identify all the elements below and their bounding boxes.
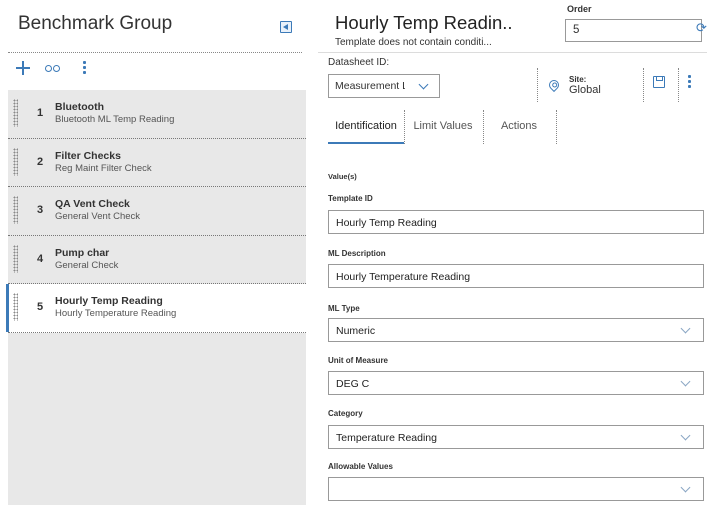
divider xyxy=(556,110,557,144)
unit-of-measure-label: Unit of Measure xyxy=(328,356,389,365)
divider xyxy=(678,68,679,102)
chevron-down-icon xyxy=(680,376,691,387)
panel-splitter[interactable] xyxy=(306,0,318,505)
binoculars-icon[interactable] xyxy=(45,62,61,74)
item-subtitle: General Vent Check xyxy=(55,211,141,222)
refresh-icon[interactable]: ⟳ xyxy=(696,20,707,35)
unit-of-measure-select[interactable]: DEG C xyxy=(328,371,704,395)
ml-type-value: Numeric xyxy=(336,325,376,337)
list-item[interactable]: 2 Filter Checks Reg Maint Filter Check xyxy=(8,138,306,187)
section-label: Value(s) xyxy=(328,172,357,181)
panel-title: Benchmark Group xyxy=(18,13,173,34)
list-item[interactable]: 3 QA Vent Check General Vent Check xyxy=(8,187,306,236)
datasheet-label: Datasheet ID: xyxy=(328,57,390,68)
detail-panel: Hourly Temp Readin.. Template does not c… xyxy=(318,0,707,505)
item-number: 1 xyxy=(37,107,44,119)
unit-of-measure-value: DEG C xyxy=(336,378,370,390)
chevron-down-icon xyxy=(680,482,691,493)
allowable-values-label: Allowable Values xyxy=(328,462,393,471)
ml-description-label: ML Description xyxy=(328,249,386,258)
item-number: 3 xyxy=(37,204,44,216)
ml-type-label: ML Type xyxy=(328,304,360,313)
ml-description-field[interactable]: Hourly Temperature Reading xyxy=(328,264,704,288)
divider xyxy=(537,68,538,102)
item-subtitle: Hourly Temperature Reading xyxy=(55,308,177,319)
item-title: Hourly Temp Reading xyxy=(55,295,163,307)
drag-handle-icon[interactable] xyxy=(13,293,18,321)
divider xyxy=(318,52,707,53)
item-subtitle: General Check xyxy=(55,259,119,271)
collapse-panel-icon[interactable] xyxy=(280,21,292,33)
category-value: Temperature Reading xyxy=(336,432,437,444)
order-input[interactable]: 5 xyxy=(565,19,702,42)
item-number: 4 xyxy=(37,252,44,265)
measurement-location-list: 1 Bluetooth Bluetooth ML Temp Reading 2 … xyxy=(6,90,306,505)
item-number: 5 xyxy=(37,301,44,313)
more-options-icon[interactable] xyxy=(688,75,692,89)
item-number: 2 xyxy=(37,155,44,168)
category-select[interactable]: Temperature Reading xyxy=(328,425,704,449)
divider xyxy=(643,68,644,102)
item-title: QA Vent Check xyxy=(55,198,130,210)
item-subtitle: Bluetooth ML Temp Reading xyxy=(55,114,175,125)
more-options-icon[interactable] xyxy=(83,61,87,75)
item-subtitle: Reg Maint Filter Check xyxy=(55,162,152,174)
drag-handle-icon[interactable] xyxy=(13,99,18,127)
tab-limit-values[interactable]: Limit Values xyxy=(404,110,482,144)
chevron-down-icon xyxy=(680,323,691,334)
divider xyxy=(8,52,302,53)
save-icon[interactable] xyxy=(653,76,665,88)
list-item-selected[interactable]: 5 Hourly Temp Reading Hourly Temperature… xyxy=(6,284,306,333)
add-icon[interactable] xyxy=(16,61,30,75)
site-value: Global xyxy=(569,84,601,96)
template-id-field[interactable]: Hourly Temp Reading xyxy=(328,210,704,234)
drag-handle-icon[interactable] xyxy=(13,244,18,273)
item-title: Bluetooth xyxy=(55,101,104,113)
tab-actions[interactable]: Actions xyxy=(483,110,555,144)
chevron-down-icon xyxy=(680,430,691,441)
allowable-values-select[interactable] xyxy=(328,477,704,501)
page-title: Hourly Temp Readin.. xyxy=(335,12,513,33)
location-pin-icon xyxy=(546,77,562,93)
item-title: Pump char xyxy=(55,246,110,259)
datasheet-value: Measurement Lo xyxy=(335,80,405,92)
list-item[interactable]: 4 Pump char General Check xyxy=(8,235,306,284)
site-label: Site: xyxy=(569,75,587,84)
list-item[interactable]: 1 Bluetooth Bluetooth ML Temp Reading xyxy=(8,90,306,139)
ml-type-select[interactable]: Numeric xyxy=(328,318,704,342)
order-label: Order xyxy=(567,4,592,14)
tab-identification[interactable]: Identification xyxy=(328,110,404,144)
tab-bar: Identification Limit Values Actions xyxy=(328,110,558,144)
list-toolbar xyxy=(0,55,306,87)
category-label: Category xyxy=(328,409,363,418)
page-subtitle: Template does not contain conditi... xyxy=(335,37,492,48)
item-title: Filter Checks xyxy=(55,149,121,162)
template-id-label: Template ID xyxy=(328,194,373,203)
chevron-down-icon xyxy=(418,79,429,90)
drag-handle-icon[interactable] xyxy=(13,147,18,176)
left-panel: Benchmark Group 1 Bluetooth Bluetooth ML… xyxy=(0,0,306,505)
datasheet-select[interactable]: Measurement Lo xyxy=(328,74,440,98)
drag-handle-icon[interactable] xyxy=(13,196,18,224)
